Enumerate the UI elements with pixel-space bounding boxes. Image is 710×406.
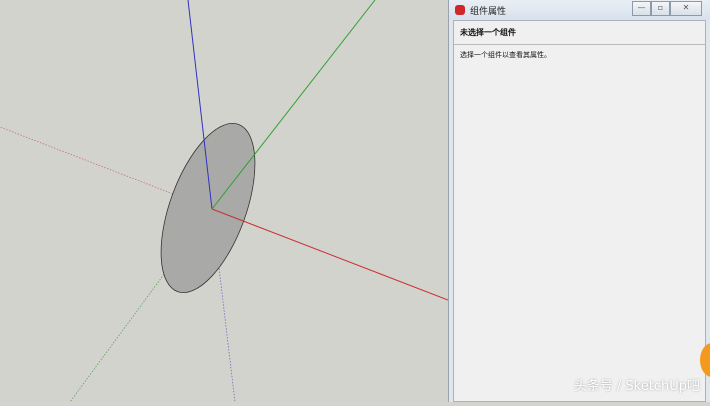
sketchup-logo-icon	[455, 5, 465, 15]
component-attributes-panel: 组件属性 — ▫ ✕ 未选择一个组件 选择一个组件以查看其属性。 头条号 / S…	[448, 0, 710, 402]
panel-body: 未选择一个组件 选择一个组件以查看其属性。	[453, 20, 706, 402]
close-button[interactable]: ✕	[670, 1, 702, 16]
panel-title: 组件属性	[470, 6, 507, 17]
circle-face[interactable]	[142, 111, 274, 304]
green-axis	[211, 0, 376, 210]
panel-heading: 未选择一个组件	[454, 21, 705, 45]
minimize-button[interactable]: —	[632, 1, 651, 16]
maximize-button[interactable]: ▫	[651, 1, 670, 16]
3d-viewport[interactable]	[0, 0, 449, 403]
watermark: 头条号 / SketchUp吧	[573, 379, 700, 394]
scene	[0, 0, 449, 403]
red-axis	[211, 208, 449, 301]
panel-titlebar[interactable]: 组件属性 — ▫ ✕	[449, 0, 710, 20]
panel-description: 选择一个组件以查看其属性。	[460, 51, 551, 59]
